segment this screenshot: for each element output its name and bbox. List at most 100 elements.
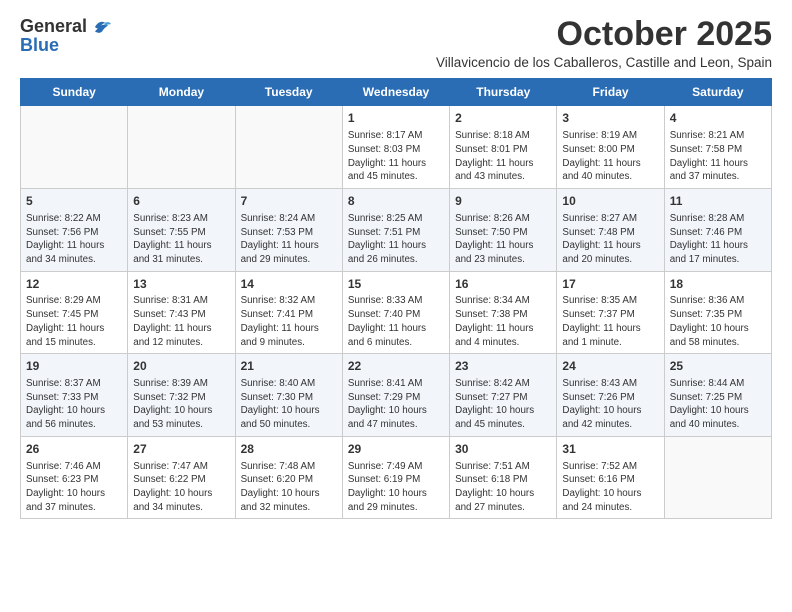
day-header-wednesday: Wednesday: [342, 79, 449, 106]
day-number: 23: [455, 358, 551, 375]
calendar-cell: 7Sunrise: 8:24 AM Sunset: 7:53 PM Daylig…: [235, 189, 342, 272]
day-number: 10: [562, 193, 658, 210]
day-info: Sunrise: 7:48 AM Sunset: 6:20 PM Dayligh…: [241, 460, 337, 515]
calendar-week-3: 12Sunrise: 8:29 AM Sunset: 7:45 PM Dayli…: [21, 271, 772, 354]
day-info: Sunrise: 8:23 AM Sunset: 7:55 PM Dayligh…: [133, 212, 229, 267]
day-number: 20: [133, 358, 229, 375]
calendar-cell: 12Sunrise: 8:29 AM Sunset: 7:45 PM Dayli…: [21, 271, 128, 354]
day-info: Sunrise: 7:52 AM Sunset: 6:16 PM Dayligh…: [562, 460, 658, 515]
day-number: 17: [562, 276, 658, 293]
calendar-cell: 23 Sunrise: 8:42 AM Sunset: 7:27 PM Dayli…: [450, 354, 557, 437]
day-info: Sunrise: 8:41 AM Sunset: 7:29 PM Dayligh…: [348, 377, 444, 432]
logo: General Blue: [20, 16, 111, 56]
day-header-friday: Friday: [557, 79, 664, 106]
calendar-cell: 5 Sunrise: 8:22 AM Sunset: 7:56 PM Daylig…: [21, 189, 128, 272]
day-number: 6: [133, 193, 229, 210]
calendar-week-4: 19 Sunrise: 8:37 AM Sunset: 7:33 PM Dayli…: [21, 354, 772, 437]
day-header-sunday: Sunday: [21, 79, 128, 106]
day-info: Sunrise: 8:31 AM Sunset: 7:43 PM Dayligh…: [133, 294, 229, 349]
calendar-cell: 15Sunrise: 8:33 AM Sunset: 7:40 PM Dayli…: [342, 271, 449, 354]
calendar-cell: 10 Sunrise: 8:27 AM Sunset: 7:48 PM Dayli…: [557, 189, 664, 272]
day-info: Sunrise: 8:21 AM Sunset: 7:58 PM Dayligh…: [670, 129, 766, 184]
day-number: 24: [562, 358, 658, 375]
calendar-cell: 20Sunrise: 8:39 AM Sunset: 7:32 PM Dayli…: [128, 354, 235, 437]
day-info: Sunrise: 8:36 AM Sunset: 7:35 PM Dayligh…: [670, 294, 766, 349]
day-info: Sunrise: 7:51 AM Sunset: 6:18 PM Dayligh…: [455, 460, 551, 515]
day-info: Sunrise: 8:19 AM Sunset: 8:00 PM Dayligh…: [562, 129, 658, 184]
calendar-cell: 16Sunrise: 8:34 AM Sunset: 7:38 PM Dayli…: [450, 271, 557, 354]
page: General Blue October 2025 Villavicencio …: [0, 0, 792, 535]
day-number: 18: [670, 276, 766, 293]
calendar-cell: 21Sunrise: 8:40 AM Sunset: 7:30 PM Dayli…: [235, 354, 342, 437]
day-info: Sunrise: 8:34 AM Sunset: 7:38 PM Dayligh…: [455, 294, 551, 349]
calendar-cell: 25Sunrise: 8:44 AM Sunset: 7:25 PM Dayli…: [664, 354, 771, 437]
calendar-cell: 27 Sunrise: 7:47 AM Sunset: 6:22 PM Dayli…: [128, 436, 235, 519]
day-number: 22: [348, 358, 444, 375]
day-info: Sunrise: 8:28 AM Sunset: 7:46 PM Dayligh…: [670, 212, 766, 267]
month-title: October 2025: [436, 16, 772, 53]
calendar-cell: 14Sunrise: 8:32 AM Sunset: 7:41 PM Dayli…: [235, 271, 342, 354]
header: General Blue October 2025 Villavicencio …: [20, 16, 772, 70]
day-number: 12: [26, 276, 122, 293]
calendar: SundayMondayTuesdayWednesdayThursdayFrid…: [20, 78, 772, 519]
day-info: Sunrise: 7:49 AM Sunset: 6:19 PM Dayligh…: [348, 460, 444, 515]
day-number: 16: [455, 276, 551, 293]
day-header-saturday: Saturday: [664, 79, 771, 106]
calendar-cell: 4 Sunrise: 8:21 AM Sunset: 7:58 PM Daylig…: [664, 106, 771, 189]
logo-bird-icon: [89, 16, 111, 38]
calendar-cell: 31Sunrise: 7:52 AM Sunset: 6:16 PM Dayli…: [557, 436, 664, 519]
day-info: Sunrise: 8:25 AM Sunset: 7:51 PM Dayligh…: [348, 212, 444, 267]
day-header-thursday: Thursday: [450, 79, 557, 106]
day-info: Sunrise: 8:18 AM Sunset: 8:01 PM Dayligh…: [455, 129, 551, 184]
day-number: 5: [26, 193, 122, 210]
day-info: Sunrise: 8:40 AM Sunset: 7:30 PM Dayligh…: [241, 377, 337, 432]
calendar-cell: 6 Sunrise: 8:23 AM Sunset: 7:55 PM Daylig…: [128, 189, 235, 272]
day-number: 19: [26, 358, 122, 375]
day-info: Sunrise: 8:37 AM Sunset: 7:33 PM Dayligh…: [26, 377, 122, 432]
day-info: Sunrise: 8:43 AM Sunset: 7:26 PM Dayligh…: [562, 377, 658, 432]
calendar-cell: 9 Sunrise: 8:26 AM Sunset: 7:50 PM Daylig…: [450, 189, 557, 272]
subtitle: Villavicencio de los Caballeros, Castill…: [436, 55, 772, 70]
day-info: Sunrise: 7:47 AM Sunset: 6:22 PM Dayligh…: [133, 460, 229, 515]
day-info: Sunrise: 7:46 AM Sunset: 6:23 PM Dayligh…: [26, 460, 122, 515]
day-info: Sunrise: 8:32 AM Sunset: 7:41 PM Dayligh…: [241, 294, 337, 349]
day-info: Sunrise: 8:33 AM Sunset: 7:40 PM Dayligh…: [348, 294, 444, 349]
day-info: Sunrise: 8:42 AM Sunset: 7:27 PM Dayligh…: [455, 377, 551, 432]
day-info: Sunrise: 8:29 AM Sunset: 7:45 PM Dayligh…: [26, 294, 122, 349]
day-number: 13: [133, 276, 229, 293]
calendar-cell: 28Sunrise: 7:48 AM Sunset: 6:20 PM Dayli…: [235, 436, 342, 519]
calendar-cell: 19 Sunrise: 8:37 AM Sunset: 7:33 PM Dayli…: [21, 354, 128, 437]
day-number: 30: [455, 441, 551, 458]
calendar-cell: [664, 436, 771, 519]
day-info: Sunrise: 8:22 AM Sunset: 7:56 PM Dayligh…: [26, 212, 122, 267]
day-info: Sunrise: 8:27 AM Sunset: 7:48 PM Dayligh…: [562, 212, 658, 267]
calendar-week-5: 26 Sunrise: 7:46 AM Sunset: 6:23 PM Dayli…: [21, 436, 772, 519]
logo-general-text: General: [20, 17, 87, 37]
calendar-week-1: 1 Sunrise: 8:17 AM Sunset: 8:03 PM Daylig…: [21, 106, 772, 189]
day-number: 11: [670, 193, 766, 210]
day-number: 27: [133, 441, 229, 458]
day-number: 9: [455, 193, 551, 210]
day-number: 25: [670, 358, 766, 375]
day-number: 7: [241, 193, 337, 210]
calendar-cell: 18Sunrise: 8:36 AM Sunset: 7:35 PM Dayli…: [664, 271, 771, 354]
day-number: 26: [26, 441, 122, 458]
calendar-cell: 30 Sunrise: 7:51 AM Sunset: 6:18 PM Dayli…: [450, 436, 557, 519]
day-info: Sunrise: 8:17 AM Sunset: 8:03 PM Dayligh…: [348, 129, 444, 184]
calendar-cell: 3 Sunrise: 8:19 AM Sunset: 8:00 PM Daylig…: [557, 106, 664, 189]
calendar-cell: 8Sunrise: 8:25 AM Sunset: 7:51 PM Daylig…: [342, 189, 449, 272]
day-info: Sunrise: 8:35 AM Sunset: 7:37 PM Dayligh…: [562, 294, 658, 349]
day-info: Sunrise: 8:26 AM Sunset: 7:50 PM Dayligh…: [455, 212, 551, 267]
calendar-cell: 17Sunrise: 8:35 AM Sunset: 7:37 PM Dayli…: [557, 271, 664, 354]
calendar-header-row: SundayMondayTuesdayWednesdayThursdayFrid…: [21, 79, 772, 106]
day-header-monday: Monday: [128, 79, 235, 106]
calendar-cell: 11 Sunrise: 8:28 AM Sunset: 7:46 PM Dayli…: [664, 189, 771, 272]
day-number: 15: [348, 276, 444, 293]
calendar-cell: 13Sunrise: 8:31 AM Sunset: 7:43 PM Dayli…: [128, 271, 235, 354]
day-number: 4: [670, 110, 766, 127]
day-number: 3: [562, 110, 658, 127]
logo-blue-text: Blue: [20, 36, 111, 56]
day-number: 1: [348, 110, 444, 127]
calendar-week-2: 5 Sunrise: 8:22 AM Sunset: 7:56 PM Daylig…: [21, 189, 772, 272]
day-number: 2: [455, 110, 551, 127]
